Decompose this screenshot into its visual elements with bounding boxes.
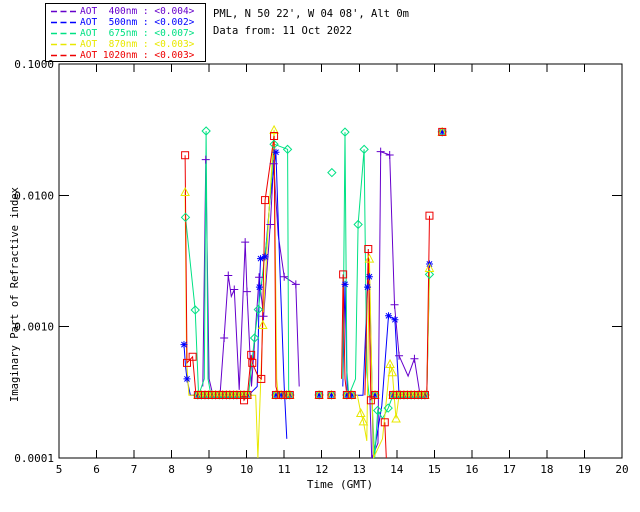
x-tick-label: 18 bbox=[540, 463, 553, 476]
x-tick-label: 17 bbox=[503, 463, 516, 476]
plus-marker bbox=[230, 285, 239, 294]
plus-marker bbox=[410, 354, 419, 363]
plus-marker bbox=[259, 312, 268, 321]
data-date: Data from: 11 Oct 2022 bbox=[213, 25, 353, 37]
legend-dash-line bbox=[50, 39, 80, 50]
legend-dash-line bbox=[50, 17, 80, 28]
legend-label: AOT 1020nm : <0.003> bbox=[80, 50, 195, 61]
x-tick-label: 19 bbox=[578, 463, 591, 476]
asterisk-marker bbox=[391, 316, 399, 324]
legend-dash-line bbox=[50, 28, 80, 39]
x-tick-label: 12 bbox=[315, 463, 328, 476]
asterisk-marker bbox=[385, 312, 393, 320]
diamond-marker bbox=[327, 167, 337, 178]
series-line-aot-675nm bbox=[342, 132, 425, 459]
legend-label: AOT 675nm : <0.007> bbox=[80, 28, 195, 39]
plus-marker bbox=[280, 272, 289, 281]
series-line-aot-500nm bbox=[342, 276, 425, 459]
x-tick-label: 7 bbox=[131, 463, 138, 476]
x-tick-label: 14 bbox=[390, 463, 404, 476]
plus-marker bbox=[376, 147, 385, 156]
x-tick-label: 13 bbox=[353, 463, 366, 476]
legend-entry-aot-400nm: AOT 400nm : <0.004> bbox=[46, 6, 205, 17]
asterisk-marker bbox=[272, 148, 280, 156]
plot-frame bbox=[58, 63, 623, 459]
legend-entry-aot-870nm: AOT 870nm : <0.003> bbox=[46, 39, 205, 50]
x-tick-label: 15 bbox=[428, 463, 441, 476]
legend-dash-line bbox=[50, 50, 80, 61]
plus-marker bbox=[241, 238, 250, 247]
x-tick-label: 9 bbox=[206, 463, 213, 476]
legend-dash-line bbox=[50, 6, 80, 17]
x-axis-title: Time (GMT) bbox=[306, 478, 374, 491]
legend-entry-aot-500nm: AOT 500nm : <0.002> bbox=[46, 17, 205, 28]
x-tick-label: 20 bbox=[615, 463, 628, 476]
asterisk-marker bbox=[364, 283, 372, 291]
chart-plot-area: 5 6 7 8 9 10 11 12 13 14 15 16 17 18 19 200.10000.01000… bbox=[14, 58, 628, 476]
asterisk-marker bbox=[365, 273, 373, 281]
legend-entry-aot-1020nm: AOT 1020nm : <0.003> bbox=[46, 50, 205, 61]
x-tick-label: 11 bbox=[278, 463, 291, 476]
legend-label: AOT 870nm : <0.003> bbox=[80, 39, 195, 50]
x-tick-label: 16 bbox=[465, 463, 478, 476]
plus-marker bbox=[385, 150, 394, 159]
legend: AOT 400nm : <0.004> AOT 500nm : <0.002> AO… bbox=[45, 3, 206, 62]
legend-entry-aot-675nm: AOT 675nm : <0.007> bbox=[46, 28, 205, 39]
legend-label: AOT 400nm : <0.004> bbox=[80, 6, 195, 17]
plus-marker bbox=[224, 271, 233, 280]
x-tick-label: 8 bbox=[168, 463, 175, 476]
x-tick-label: 10 bbox=[240, 463, 253, 476]
plus-marker bbox=[243, 287, 252, 296]
asterisk-marker bbox=[261, 253, 269, 261]
asterisk-marker bbox=[180, 341, 188, 349]
asterisk-marker bbox=[183, 375, 191, 383]
asterisk-marker bbox=[255, 283, 263, 291]
plus-marker bbox=[220, 333, 229, 342]
station-info: PML, N 50 22', W 04 08', Alt 0m bbox=[213, 8, 409, 20]
plus-marker bbox=[390, 300, 399, 309]
x-tick-label: 6 bbox=[93, 463, 100, 476]
series-line-aot-1020nm bbox=[384, 422, 387, 459]
x-tick-label: 5 bbox=[56, 463, 63, 476]
plus-marker bbox=[201, 155, 210, 164]
asterisk-marker bbox=[341, 280, 349, 288]
plot-canvas: AOT 400nm : <0.004> AOT 500nm : <0.002> AO… bbox=[0, 0, 640, 512]
plus-marker bbox=[291, 280, 300, 289]
y-axis-title: Imaginary Part of Refractive index bbox=[9, 187, 21, 402]
y-tick-label: 0.0001 bbox=[14, 452, 54, 465]
legend-label: AOT 500nm : <0.002> bbox=[80, 17, 195, 28]
